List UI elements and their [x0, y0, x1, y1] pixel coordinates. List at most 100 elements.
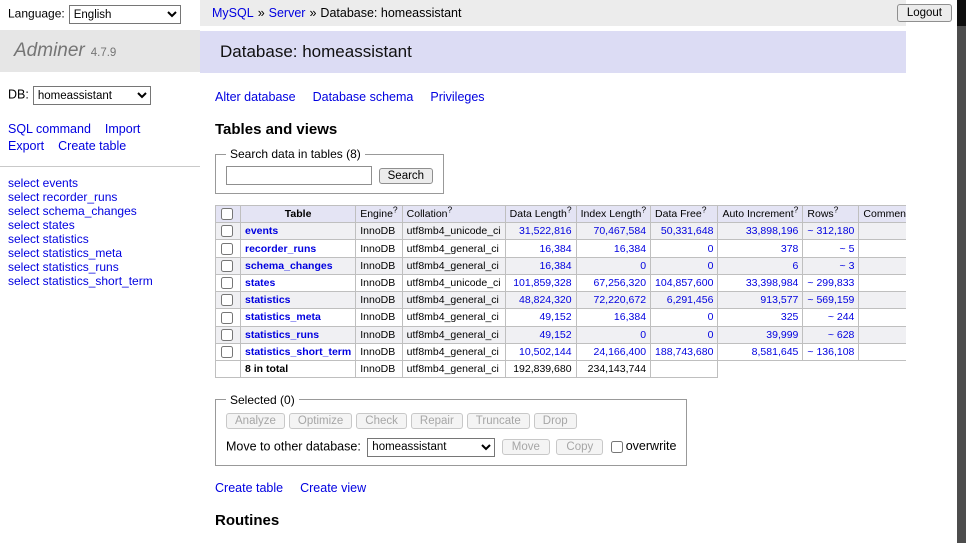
language-select[interactable]: English: [69, 5, 181, 24]
row-checkbox[interactable]: [221, 294, 233, 306]
sidebar-item-select-schema_changes[interactable]: select schema_changes: [8, 204, 190, 218]
auto-increment-link[interactable]: 33,898,196: [746, 225, 799, 237]
data-length-link[interactable]: 31,522,816: [519, 225, 572, 237]
data-free-link[interactable]: 0: [708, 329, 714, 341]
data-free-link[interactable]: 0: [708, 311, 714, 323]
index-length-link[interactable]: 0: [640, 329, 646, 341]
engine-help-link[interactable]: ?: [393, 205, 398, 215]
data-free-help-link[interactable]: ?: [702, 205, 707, 215]
row-checkbox[interactable]: [221, 243, 233, 255]
index-length-link[interactable]: 0: [640, 260, 646, 272]
row-checkbox[interactable]: [221, 312, 233, 324]
data-length-link[interactable]: 49,152: [539, 329, 571, 341]
auto-increment-link[interactable]: 8,581,645: [752, 346, 799, 358]
row-checkbox[interactable]: [221, 277, 233, 289]
index-length-help-link[interactable]: ?: [641, 205, 646, 215]
database-schema-link[interactable]: Database schema: [313, 90, 414, 104]
index-length-link[interactable]: 16,384: [614, 243, 646, 255]
index-length-link[interactable]: 67,256,320: [593, 277, 646, 289]
select-all-checkbox[interactable]: [221, 208, 233, 220]
sidebar-item-select-states[interactable]: select states: [8, 218, 190, 232]
data-length-link[interactable]: 16,384: [539, 260, 571, 272]
data-length-link[interactable]: 16,384: [539, 243, 571, 255]
table-name-link[interactable]: statistics_short_term: [245, 346, 351, 358]
row-checkbox[interactable]: [221, 329, 233, 341]
sidebar-item-select-recorder_runs[interactable]: select recorder_runs: [8, 190, 190, 204]
drop-button[interactable]: Drop: [534, 413, 577, 429]
data-free-link[interactable]: 0: [708, 260, 714, 272]
row-checkbox[interactable]: [221, 260, 233, 272]
auto-increment-link[interactable]: 39,999: [766, 329, 798, 341]
rows-count-link[interactable]: ~ 312,180: [807, 225, 854, 237]
table-name-link[interactable]: statistics: [245, 294, 291, 306]
alter-database-link[interactable]: Alter database: [215, 90, 296, 104]
table-name-link[interactable]: states: [245, 277, 275, 289]
breadcrumb-link-server[interactable]: Server: [269, 6, 306, 20]
sidebar-item-select-statistics_meta[interactable]: select statistics_meta: [8, 246, 190, 260]
row-checkbox[interactable]: [221, 225, 233, 237]
rows-count-link[interactable]: ~ 244: [828, 311, 855, 323]
rows-count-link[interactable]: ~ 299,833: [807, 277, 854, 289]
data-free-link[interactable]: 6,291,456: [667, 294, 714, 306]
rows-count-link[interactable]: ~ 5: [840, 243, 855, 255]
overwrite-checkbox[interactable]: [611, 441, 623, 453]
move-database-select[interactable]: homeassistant: [367, 438, 495, 457]
rows-count-link[interactable]: ~ 569,159: [807, 294, 854, 306]
collation-help-link[interactable]: ?: [448, 205, 453, 215]
optimize-button[interactable]: Optimize: [289, 413, 352, 429]
auto-increment-link[interactable]: 33,398,984: [746, 277, 799, 289]
breadcrumb-link-mysql[interactable]: MySQL: [212, 6, 254, 20]
search-button[interactable]: Search: [379, 168, 433, 184]
analyze-button[interactable]: Analyze: [226, 413, 285, 429]
index-length-link[interactable]: 16,384: [614, 311, 646, 323]
table-name-link[interactable]: statistics_meta: [245, 311, 321, 323]
scrollbar-button[interactable]: [957, 0, 966, 26]
check-button[interactable]: Check: [356, 413, 407, 429]
logout-button[interactable]: Logout: [897, 4, 952, 22]
create-table-link[interactable]: Create table: [215, 481, 283, 495]
sidebar-item-select-statistics_short_term[interactable]: select statistics_short_term: [8, 274, 190, 288]
copy-button[interactable]: Copy: [556, 439, 603, 455]
data-length-link[interactable]: 101,859,328: [513, 277, 571, 289]
data-free-link[interactable]: 50,331,648: [661, 225, 714, 237]
sql-command-link[interactable]: SQL command: [8, 122, 91, 136]
table-name-link[interactable]: statistics_runs: [245, 329, 319, 341]
rows-count-link[interactable]: ~ 628: [828, 329, 855, 341]
data-free-link[interactable]: 0: [708, 243, 714, 255]
scrollbar[interactable]: [957, 0, 966, 543]
table-name-link[interactable]: schema_changes: [245, 260, 333, 272]
create-view-link[interactable]: Create view: [300, 481, 366, 495]
auto-increment-link[interactable]: 913,577: [760, 294, 798, 306]
table-name-link[interactable]: events: [245, 225, 278, 237]
repair-button[interactable]: Repair: [411, 413, 463, 429]
search-input[interactable]: [226, 166, 372, 185]
db-select[interactable]: homeassistant: [33, 86, 151, 105]
index-length-link[interactable]: 24,166,400: [593, 346, 646, 358]
import-link[interactable]: Import: [105, 122, 140, 136]
index-length-link[interactable]: 72,220,672: [593, 294, 646, 306]
sidebar-item-select-events[interactable]: select events: [8, 176, 190, 190]
create-table-sidebar-link[interactable]: Create table: [58, 139, 126, 153]
auto-increment-help-link[interactable]: ?: [794, 205, 799, 215]
auto-increment-link[interactable]: 6: [793, 260, 799, 272]
data-length-help-link[interactable]: ?: [567, 205, 572, 215]
export-link[interactable]: Export: [8, 139, 44, 153]
sidebar-item-select-statistics_runs[interactable]: select statistics_runs: [8, 260, 190, 274]
move-button[interactable]: Move: [502, 439, 550, 455]
privileges-link[interactable]: Privileges: [430, 90, 484, 104]
auto-increment-link[interactable]: 378: [781, 243, 799, 255]
table-name-link[interactable]: recorder_runs: [245, 243, 316, 255]
truncate-button[interactable]: Truncate: [467, 413, 530, 429]
sidebar-item-select-statistics[interactable]: select statistics: [8, 232, 190, 246]
rows-count-link[interactable]: ~ 136,108: [807, 346, 854, 358]
data-length-link[interactable]: 10,502,144: [519, 346, 572, 358]
data-length-link[interactable]: 48,824,320: [519, 294, 572, 306]
data-length-link[interactable]: 49,152: [539, 311, 571, 323]
auto-increment-link[interactable]: 325: [781, 311, 799, 323]
rows-count-link[interactable]: ~ 3: [840, 260, 855, 272]
data-free-link[interactable]: 188,743,680: [655, 346, 713, 358]
row-checkbox[interactable]: [221, 346, 233, 358]
data-free-link[interactable]: 104,857,600: [655, 277, 713, 289]
index-length-link[interactable]: 70,467,584: [593, 225, 646, 237]
rows-help-link[interactable]: ?: [834, 205, 839, 215]
